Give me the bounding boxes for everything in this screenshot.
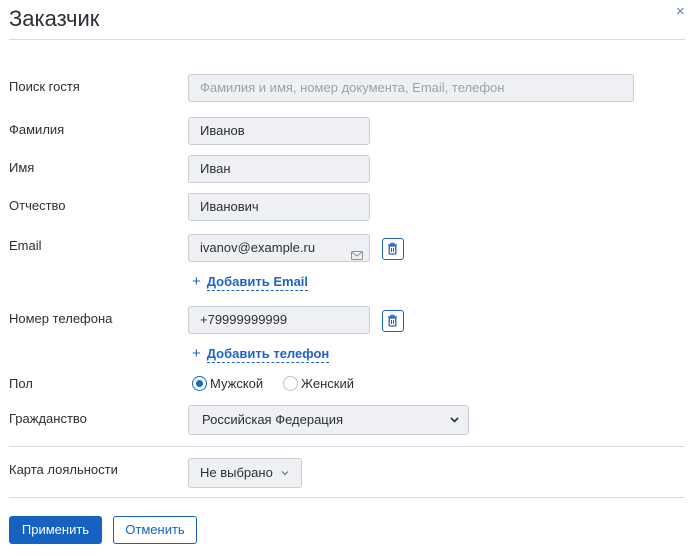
mail-icon — [351, 243, 363, 269]
middle-name-input[interactable]: Иванович — [188, 193, 370, 221]
citizenship-select[interactable]: Российская Федерация — [188, 405, 469, 435]
trash-icon — [388, 242, 397, 255]
add-phone-link[interactable]: + Добавить телефон — [192, 345, 330, 363]
email-label: Email — [9, 238, 42, 253]
chevron-down-icon — [450, 406, 459, 444]
citizenship-value: Российская Федерация — [202, 412, 344, 427]
add-email-link[interactable]: + Добавить Email — [192, 273, 309, 291]
trash-icon — [388, 314, 397, 327]
close-icon[interactable]: × — [676, 4, 685, 19]
delete-phone-button[interactable] — [382, 310, 404, 332]
divider — [9, 39, 685, 40]
radio-checked-icon — [192, 376, 207, 391]
cancel-button[interactable]: Отменить — [113, 516, 197, 544]
gender-female-label: Женский — [301, 376, 354, 391]
last-name-label: Фамилия — [9, 122, 65, 137]
phone-label: Номер телефона — [9, 311, 113, 326]
email-value: ivanov@example.ru — [200, 240, 316, 255]
phone-input[interactable]: +79999999999 — [188, 306, 370, 334]
add-email-label: Добавить Email — [206, 274, 309, 291]
divider — [9, 497, 685, 498]
gender-male-radio[interactable]: Мужской — [192, 376, 263, 391]
last-name-input[interactable]: Иванов — [188, 117, 370, 145]
first-name-label: Имя — [9, 160, 35, 175]
loyalty-card-select[interactable]: Не выбрано — [188, 458, 302, 488]
apply-button[interactable]: Применить — [9, 516, 102, 544]
gender-label: Пол — [9, 376, 33, 391]
citizenship-label: Гражданство — [9, 411, 87, 426]
divider — [9, 446, 685, 447]
loyalty-card-label: Карта лояльности — [9, 462, 118, 477]
loyalty-card-value: Не выбрано — [200, 465, 273, 480]
gender-female-radio[interactable]: Женский — [283, 376, 354, 391]
delete-email-button[interactable] — [382, 238, 404, 260]
radio-unchecked-icon — [283, 376, 298, 391]
first-name-input[interactable]: Иван — [188, 155, 370, 183]
email-input[interactable]: ivanov@example.ru — [188, 234, 370, 262]
middle-name-label: Отчество — [9, 198, 66, 213]
plus-icon: + — [192, 273, 201, 290]
guest-search-input[interactable]: Фамилия и имя, номер документа, Email, т… — [188, 74, 634, 102]
chevron-down-icon — [281, 459, 289, 497]
plus-icon: + — [192, 345, 201, 362]
dialog-title: Заказчик — [9, 6, 100, 31]
gender-male-label: Мужской — [210, 376, 264, 391]
guest-search-label: Поиск гостя — [9, 79, 80, 94]
add-phone-label: Добавить телефон — [206, 346, 330, 363]
